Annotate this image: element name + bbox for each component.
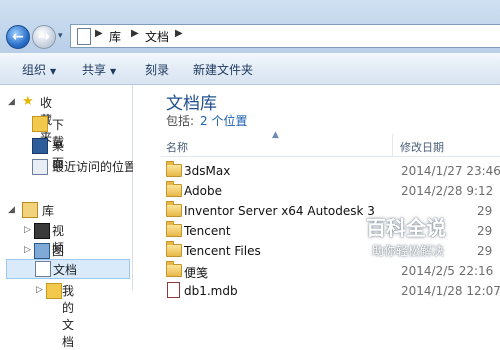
sidebar-item-documents[interactable]: 文档: [6, 259, 130, 279]
forward-button[interactable]: →: [32, 25, 56, 49]
folder-icon: [166, 241, 182, 257]
burn-button[interactable]: 刻录: [145, 61, 169, 78]
collapse-icon[interactable]: ◢: [8, 205, 15, 215]
pane-splitter[interactable]: [133, 85, 161, 290]
sort-ascending-icon: ▲: [272, 130, 279, 140]
expand-icon[interactable]: ▷: [24, 245, 31, 255]
list-item[interactable]: db1.mdb 2014/1/28 12:07: [161, 281, 500, 301]
back-button[interactable]: ←: [6, 25, 30, 49]
database-file-icon: [167, 282, 180, 298]
chevron-down-icon: ▼: [50, 67, 57, 76]
documents-icon: [35, 261, 51, 277]
breadcrumb-arrow-icon[interactable]: ▶: [95, 28, 103, 39]
chevron-down-icon: ▼: [110, 67, 117, 76]
watermark-subtitle: 助你轻松解决: [372, 244, 445, 258]
folder-icon: [46, 283, 62, 299]
locations-link[interactable]: 2 个位置: [200, 114, 247, 128]
column-header-name[interactable]: 名称: [166, 139, 188, 155]
address-bar[interactable]: ▶ 库 ▶ 文档 ▶: [70, 24, 500, 48]
breadcrumb-arrow-icon[interactable]: ▶: [131, 28, 139, 39]
desktop-icon: [32, 138, 48, 154]
share-button[interactable]: 共享 ▼: [82, 61, 116, 78]
command-bar: 组织 ▼ 共享 ▼ 刻录 新建文件夹: [0, 53, 500, 85]
list-item[interactable]: 便笺 2014/2/5 22:16: [161, 261, 500, 281]
folder-icon: [166, 201, 182, 217]
folder-icon: [166, 181, 182, 197]
address-bar-row: ← → ▾ ▶ 库 ▶ 文档 ▶: [0, 0, 500, 53]
downloads-folder-icon: [32, 116, 48, 132]
watermark-title: 百科全说: [366, 216, 446, 240]
folder-icon: [166, 221, 182, 237]
new-folder-button[interactable]: 新建文件夹: [193, 61, 253, 78]
library-title: 文档库: [166, 94, 217, 114]
pictures-icon: [34, 243, 50, 259]
column-header-date-modified[interactable]: 修改日期: [400, 139, 444, 155]
list-item[interactable]: 3dsMax 2014/1/27 23:46: [161, 161, 500, 181]
breadcrumb-libraries[interactable]: 库: [109, 28, 121, 45]
expand-icon[interactable]: ▷: [24, 225, 31, 235]
breadcrumb-arrow-icon[interactable]: ▶: [175, 28, 183, 39]
column-divider[interactable]: [392, 134, 393, 156]
video-icon: [34, 223, 50, 239]
column-header-row: ▲ 名称 修改日期: [161, 130, 500, 157]
folder-icon: [166, 261, 182, 277]
watermark: 百科全说 助你轻松解决: [360, 212, 478, 264]
breadcrumb-documents[interactable]: 文档: [145, 28, 169, 45]
library-icon: [77, 28, 91, 45]
libraries-icon: [22, 202, 38, 218]
list-item[interactable]: Adobe 2014/2/28 9:12: [161, 181, 500, 201]
library-includes: 包括: 2 个位置: [166, 114, 248, 128]
recent-places-icon: [32, 159, 48, 175]
expand-icon[interactable]: ▷: [36, 285, 43, 295]
recent-pages-dropdown[interactable]: ▾: [58, 31, 63, 41]
navigation-pane: ◢ ★ 收藏夹 下载 桌面 最近访问的位置 ◢ 库 ▷ 视频 ▷ 图片 ◢ 文档…: [0, 85, 136, 349]
folder-icon: [166, 161, 182, 177]
star-icon: ★: [22, 94, 34, 109]
organize-button[interactable]: 组织 ▼: [22, 61, 56, 78]
collapse-icon[interactable]: ◢: [8, 97, 15, 107]
